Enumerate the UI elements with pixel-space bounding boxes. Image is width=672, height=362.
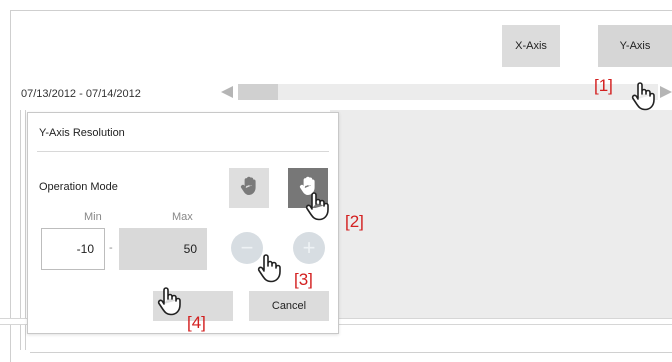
pan-mode-button[interactable] xyxy=(229,168,269,208)
pointer-hand-icon xyxy=(626,78,660,112)
bottom-divider xyxy=(30,352,672,353)
cancel-button[interactable]: Cancel xyxy=(249,291,329,321)
pointer-hand-icon xyxy=(252,250,286,284)
scroll-left-arrow[interactable] xyxy=(221,86,233,98)
y-axis-button-label: Y-Axis xyxy=(619,40,651,52)
chart-plot-area xyxy=(330,110,672,320)
step-annotation-4: [4] xyxy=(187,313,206,332)
plus-icon: + xyxy=(302,235,316,260)
dialog-title: Y-Axis Resolution xyxy=(39,127,125,139)
step-annotation-1: [1] xyxy=(594,76,613,95)
y-axis-button[interactable]: Y-Axis xyxy=(598,25,672,67)
scroll-right-arrow[interactable] xyxy=(660,86,672,98)
range-separator: - xyxy=(109,242,113,254)
max-value-field[interactable]: 50 xyxy=(119,228,207,270)
step-annotation-3: [3] xyxy=(294,270,313,289)
pointer-hand-icon xyxy=(300,188,334,222)
zoom-in-button[interactable]: + xyxy=(293,232,325,264)
x-axis-button-label: X-Axis xyxy=(515,40,547,52)
operation-mode-label: Operation Mode xyxy=(39,181,118,193)
dialog-divider xyxy=(37,151,329,152)
step-annotation-2: [2] xyxy=(345,212,364,231)
min-column-header: Min xyxy=(84,211,102,223)
scrollbar-thumb[interactable] xyxy=(238,84,278,100)
date-range-label: 07/13/2012 - 07/14/2012 xyxy=(21,88,141,100)
hand-icon xyxy=(238,175,260,202)
cancel-button-label: Cancel xyxy=(271,300,307,312)
min-value-field[interactable]: -10 xyxy=(41,228,105,270)
x-axis-button[interactable]: X-Axis xyxy=(502,25,560,67)
max-column-header: Max xyxy=(172,211,193,223)
chart-edge-lines xyxy=(20,110,26,350)
pointer-hand-icon xyxy=(152,283,186,317)
